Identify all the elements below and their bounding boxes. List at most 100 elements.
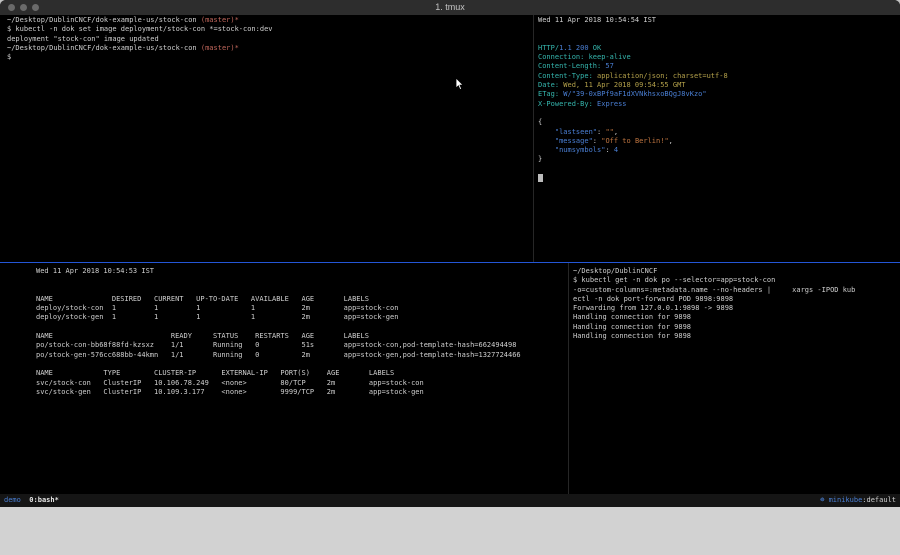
output-text: deployment "stock-con" image updated bbox=[7, 35, 159, 43]
pane-bottom-left[interactable]: Wed 11 Apr 2018 10:54:53 IST NAME DESIRE… bbox=[36, 267, 564, 397]
http-header-value: keep-alive bbox=[584, 53, 630, 61]
blank-line bbox=[36, 360, 564, 369]
command-output-line: Handling connection for 9898 bbox=[573, 332, 893, 341]
http-version-code: 1.1 200 bbox=[559, 44, 589, 52]
http-header-name: X-Powered-By: bbox=[538, 100, 593, 108]
command-line: -o=custom-columns=:metadata.name --no-he… bbox=[573, 286, 893, 295]
close-window-button[interactable] bbox=[8, 4, 15, 11]
timestamp-line: Wed 11 Apr 2018 10:54:53 IST bbox=[36, 267, 564, 276]
prompt-line: ~/Desktop/DublinCNCF/dok-example-us/stoc… bbox=[7, 16, 527, 25]
http-header-line: Content-Length: 57 bbox=[538, 62, 894, 71]
http-header-line: Content-Type: application/json; charset=… bbox=[538, 72, 894, 81]
json-key: "message" bbox=[538, 137, 593, 145]
prompt-char: $ bbox=[7, 53, 11, 61]
blank-line bbox=[36, 276, 564, 285]
pod-table-row: po/stock-gen-576cc688bb-44kmn 1/1 Runnin… bbox=[36, 351, 564, 360]
json-brace-line: { bbox=[538, 118, 894, 127]
table-row-text: svc/stock-con ClusterIP 10.106.78.249 <n… bbox=[36, 379, 424, 387]
git-dirty-star: * bbox=[235, 16, 239, 24]
prompt-line: ~/Desktop/DublinCNCF/dok-example-us/stoc… bbox=[7, 44, 527, 53]
table-header-text: NAME DESIRED CURRENT UP-TO-DATE AVAILABL… bbox=[36, 295, 369, 303]
http-header-line: ETag: W/"39-0xBPf9aF1dXVNkhsxoBQgJ8vKzo" bbox=[538, 90, 894, 99]
http-header-value: application/json; charset=utf-8 bbox=[593, 72, 728, 80]
json-comma: , bbox=[614, 128, 618, 136]
minimize-window-button[interactable] bbox=[20, 4, 27, 11]
blank-line bbox=[538, 165, 894, 174]
tmux-status-bar: demo 0:bash* ☸ minikube:default bbox=[0, 494, 900, 507]
json-open-brace: { bbox=[538, 118, 542, 126]
pane-top-right[interactable]: Wed 11 Apr 2018 10:54:54 IST HTTP/1.1 20… bbox=[538, 16, 894, 183]
deploy-table-row: deploy/stock-gen 1 1 1 1 2m app=stock-ge… bbox=[36, 313, 564, 322]
timestamp-text: Wed 11 Apr 2018 10:54:54 IST bbox=[538, 16, 656, 24]
pane-border-vertical-top[interactable] bbox=[533, 15, 534, 262]
terminal-cursor bbox=[538, 174, 543, 182]
blank-line bbox=[538, 109, 894, 118]
command-line: $ kubectl get -n dok po --selector=app=s… bbox=[573, 276, 893, 285]
http-header-name: ETag: bbox=[538, 90, 559, 98]
pane-border-vertical-bottom[interactable] bbox=[568, 263, 569, 494]
output-text: Handling connection for 9898 bbox=[573, 323, 691, 331]
http-header-value: Wed, 11 Apr 2018 09:54:55 GMT bbox=[559, 81, 685, 89]
deploy-table-row: deploy/stock-con 1 1 1 1 2m app=stock-co… bbox=[36, 304, 564, 313]
command-output-line: Handling connection for 9898 bbox=[573, 323, 893, 332]
svc-table-row: svc/stock-gen ClusterIP 10.109.3.177 <no… bbox=[36, 388, 564, 397]
blank-line bbox=[36, 323, 564, 332]
tmux-session-name: demo bbox=[4, 496, 21, 504]
output-text: Forwarding from 127.0.0.1:9898 -> 9898 bbox=[573, 304, 733, 312]
table-row-text: svc/stock-gen ClusterIP 10.109.3.177 <no… bbox=[36, 388, 424, 396]
pane-top-left[interactable]: ~/Desktop/DublinCNCF/dok-example-us/stoc… bbox=[7, 16, 527, 62]
pane-border-horizontal[interactable] bbox=[0, 262, 900, 263]
cursor-line bbox=[538, 174, 894, 183]
pod-table-row: po/stock-con-bb68f88fd-kzsxz 1/1 Running… bbox=[36, 341, 564, 350]
timestamp-line: Wed 11 Apr 2018 10:54:54 IST bbox=[538, 16, 894, 25]
window-title: 1. tmux bbox=[0, 0, 900, 15]
window-titlebar[interactable]: 1. tmux bbox=[0, 0, 900, 16]
table-row-text: deploy/stock-con 1 1 1 1 2m app=stock-co… bbox=[36, 304, 398, 312]
json-comma: , bbox=[669, 137, 673, 145]
http-header-name: Content-Length: bbox=[538, 62, 601, 70]
http-header-name: Date: bbox=[538, 81, 559, 89]
http-header-line: Date: Wed, 11 Apr 2018 09:54:55 GMT bbox=[538, 81, 894, 90]
prompt-path: ~/Desktop/DublinCNCF/dok-example-us/stoc… bbox=[7, 44, 201, 52]
output-text: Handling connection for 9898 bbox=[573, 313, 691, 321]
json-body-line: "lastseen": "", bbox=[538, 128, 894, 137]
json-key: "numsymbols" bbox=[538, 146, 605, 154]
table-header-text: NAME TYPE CLUSTER-IP EXTERNAL-IP PORT(S)… bbox=[36, 369, 394, 377]
git-dirty-star: * bbox=[235, 44, 239, 52]
table-row-text: deploy/stock-gen 1 1 1 1 2m app=stock-ge… bbox=[36, 313, 398, 321]
pane-bottom-right[interactable]: ~/Desktop/DublinCNCF $ kubectl get -n do… bbox=[573, 267, 893, 341]
http-header-value: W/"39-0xBPf9aF1dXVNkhsxoBQgJ8vKzo" bbox=[559, 90, 707, 98]
command-text: $ kubectl -n dok set image deployment/st… bbox=[7, 25, 273, 33]
http-reason: OK bbox=[589, 44, 602, 52]
zoom-window-button[interactable] bbox=[32, 4, 39, 11]
tmux-window-item[interactable]: 0:bash* bbox=[29, 496, 59, 504]
http-status-line: HTTP/1.1 200 OK bbox=[538, 44, 894, 53]
prompt-path: ~/Desktop/DublinCNCF/dok-example-us/stoc… bbox=[7, 16, 201, 24]
tmux-terminal: ~/Desktop/DublinCNCF/dok-example-us/stoc… bbox=[0, 15, 900, 494]
http-header-value: 57 bbox=[601, 62, 614, 70]
json-separator: : bbox=[605, 146, 613, 154]
json-separator: : bbox=[593, 137, 601, 145]
desktop-background bbox=[0, 507, 900, 555]
json-brace-line: } bbox=[538, 155, 894, 164]
http-header-value: Express bbox=[593, 100, 627, 108]
json-value: 4 bbox=[614, 146, 618, 154]
http-header-name: Connection: bbox=[538, 53, 584, 61]
command-output-line: deployment "stock-con" image updated bbox=[7, 35, 527, 44]
blank-line bbox=[538, 25, 894, 34]
svc-table-header: NAME TYPE CLUSTER-IP EXTERNAL-IP PORT(S)… bbox=[36, 369, 564, 378]
json-body-line: "message": "Off to Berlin!", bbox=[538, 137, 894, 146]
http-proto: HTTP/ bbox=[538, 44, 559, 52]
svc-table-row: svc/stock-con ClusterIP 10.106.78.249 <n… bbox=[36, 379, 564, 388]
command-output-line: Handling connection for 9898 bbox=[573, 313, 893, 322]
status-bar-right: ☸ minikube:default bbox=[820, 494, 896, 507]
prompt-line: $ bbox=[7, 53, 527, 62]
json-close-brace: } bbox=[538, 155, 542, 163]
kube-namespace: :default bbox=[862, 496, 896, 504]
mouse-cursor bbox=[455, 77, 465, 91]
status-bar-left: demo 0:bash* bbox=[4, 494, 59, 507]
deploy-table-header: NAME DESIRED CURRENT UP-TO-DATE AVAILABL… bbox=[36, 295, 564, 304]
prompt-path: ~/Desktop/DublinCNCF bbox=[573, 267, 657, 275]
table-row-text: po/stock-gen-576cc688bb-44kmn 1/1 Runnin… bbox=[36, 351, 521, 359]
git-branch: (master) bbox=[201, 44, 235, 52]
